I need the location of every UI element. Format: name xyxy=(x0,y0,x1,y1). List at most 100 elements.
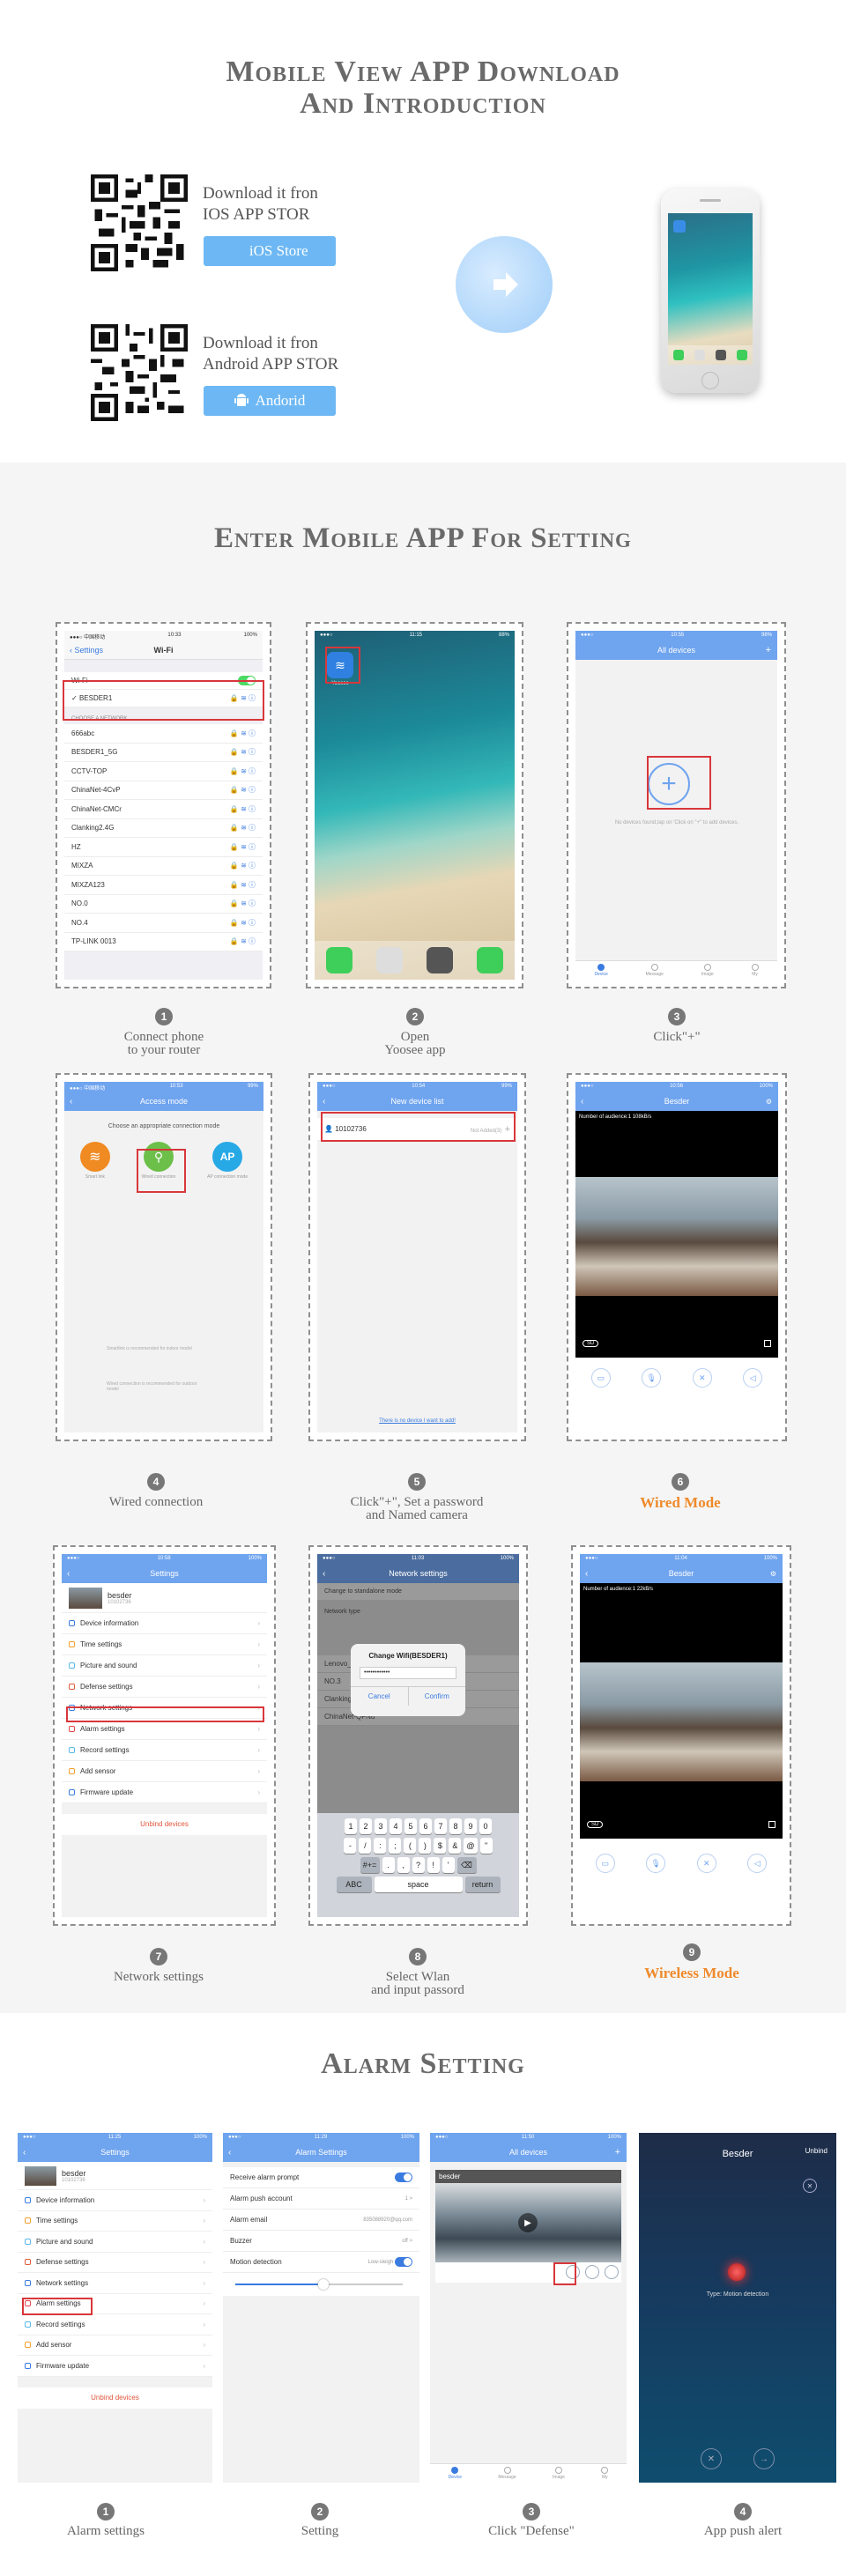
record-icon[interactable]: ▭ xyxy=(590,1368,611,1388)
record-icon[interactable]: ▭ xyxy=(595,1854,615,1873)
keyboard-key[interactable]: 3 xyxy=(375,1818,387,1834)
keyboard-key[interactable]: 8 xyxy=(449,1818,462,1834)
unbind-button[interactable]: Unbind devices xyxy=(62,1814,267,1835)
keyboard-key[interactable]: 6 xyxy=(419,1818,432,1834)
push-account-row[interactable]: Alarm push account 1 > xyxy=(223,2188,419,2210)
keyboard-key[interactable]: ⌫ xyxy=(456,1857,477,1873)
view-button[interactable]: → xyxy=(753,2448,775,2469)
settings-item-network-settings[interactable]: Network settings › xyxy=(18,2273,212,2294)
settings-icon[interactable] xyxy=(605,2265,619,2279)
keyboard-key[interactable]: ? xyxy=(412,1857,425,1873)
tab-image[interactable]: Image xyxy=(701,964,714,977)
keyboard-key[interactable]: ' xyxy=(442,1857,455,1873)
keyboard-key[interactable]: " xyxy=(479,1838,493,1854)
tab-my[interactable]: My xyxy=(601,2467,609,2480)
tab-message[interactable]: Message xyxy=(498,2467,516,2480)
settings-item-defense-settings[interactable]: Defense settings › xyxy=(62,1677,267,1698)
motion-detection-row[interactable]: Motion detection Low-sleigh xyxy=(223,2252,419,2273)
keyboard-key[interactable]: 9 xyxy=(464,1818,477,1834)
back-link[interactable]: ‹ Settings xyxy=(70,646,103,655)
smart-link-option[interactable]: ≋ Smart link xyxy=(79,1142,110,1180)
abc-key[interactable]: ABC xyxy=(336,1876,372,1892)
wifi-network-row[interactable]: BESDER1_5G 🔒 ≋ ⓘ xyxy=(64,743,263,762)
settings-item-device-information[interactable]: Device information › xyxy=(62,1613,267,1634)
wifi-network-row[interactable]: CCTV-TOP 🔒 ≋ ⓘ xyxy=(64,762,263,781)
wifi-network-row[interactable]: 666abc 🔒 ≋ ⓘ xyxy=(64,724,263,744)
microphone-icon[interactable]: 🎙 xyxy=(642,1368,662,1388)
keyboard-key[interactable]: 0 xyxy=(479,1818,492,1834)
settings-item-add-sensor[interactable]: Add sensor › xyxy=(62,1761,267,1782)
speaker-icon[interactable]: ◁ xyxy=(743,1368,763,1388)
cancel-button[interactable]: Cancel xyxy=(351,1687,409,1706)
playback-icon[interactable] xyxy=(585,2265,599,2279)
return-key[interactable]: return xyxy=(464,1876,501,1892)
settings-item-record-settings[interactable]: Record settings › xyxy=(62,1740,267,1761)
keyboard-key[interactable]: & xyxy=(449,1838,462,1854)
settings-item-picture-and-sound[interactable]: Picture and sound › xyxy=(18,2232,212,2253)
wifi-network-row[interactable]: MIXZA123 🔒 ≋ ⓘ xyxy=(64,876,263,895)
keyboard-key[interactable]: ; xyxy=(389,1838,402,1854)
video-feed[interactable]: Number of audience:1 108kB/s SD xyxy=(575,1111,778,1358)
keyboard-key[interactable]: @ xyxy=(464,1838,478,1854)
android-store-button[interactable]: Andorid xyxy=(204,386,336,416)
keyboard-key[interactable]: ( xyxy=(404,1838,417,1854)
keyboard-key[interactable]: . xyxy=(382,1857,395,1873)
dismiss-button[interactable]: ✕ xyxy=(701,2448,722,2469)
mute-icon[interactable]: ✕ xyxy=(803,2179,817,2193)
wifi-network-row[interactable]: ChinaNet-CMCr 🔒 ≋ ⓘ xyxy=(64,800,263,819)
keyboard-key[interactable]: / xyxy=(359,1838,372,1854)
sensitivity-slider[interactable] xyxy=(223,2273,419,2296)
keyboard-key[interactable]: 1 xyxy=(345,1818,357,1834)
unbind-button[interactable]: Unbind devices xyxy=(18,2387,212,2409)
space-key[interactable]: space xyxy=(374,1876,463,1892)
keyboard-key[interactable]: 5 xyxy=(404,1818,417,1834)
video-feed[interactable]: Number of audience:1 22kB/s SD xyxy=(580,1583,783,1839)
tab-device[interactable]: Device xyxy=(449,2467,462,2480)
ap-mode-option[interactable]: AP AP connection mode xyxy=(207,1142,248,1180)
alarm-email-row[interactable]: Alarm email 835088920@qq.com xyxy=(223,2210,419,2231)
settings-item-firmware-update[interactable]: Firmware update › xyxy=(62,1782,267,1803)
tab-message[interactable]: Message xyxy=(646,964,664,977)
wifi-network-row[interactable]: NO.0 🔒 ≋ ⓘ xyxy=(64,894,263,914)
buzzer-row[interactable]: Buzzer off > xyxy=(223,2231,419,2252)
keyboard-key[interactable]: $ xyxy=(434,1838,447,1854)
keyboard-key[interactable]: 2 xyxy=(360,1818,372,1834)
settings-item-firmware-update[interactable]: Firmware update › xyxy=(18,2356,212,2377)
keyboard-key[interactable]: : xyxy=(374,1838,387,1854)
wifi-network-row[interactable]: Clanking2.4G 🔒 ≋ ⓘ xyxy=(64,818,263,838)
add-icon[interactable]: + xyxy=(766,645,771,655)
keyboard-key[interactable]: - xyxy=(344,1838,357,1854)
receive-alarm-row[interactable]: Receive alarm prompt xyxy=(223,2167,419,2188)
keyboard-key[interactable]: ) xyxy=(419,1838,432,1854)
tab-device[interactable]: Device xyxy=(594,964,608,977)
speaker-icon[interactable]: ◁ xyxy=(747,1854,768,1873)
no-device-link[interactable]: There is no device I want to add! xyxy=(317,1418,517,1424)
defense-icon[interactable]: ✕ xyxy=(696,1854,716,1873)
settings-item-picture-and-sound[interactable]: Picture and sound › xyxy=(62,1655,267,1677)
wifi-network-row[interactable]: NO.4 🔒 ≋ ⓘ xyxy=(64,914,263,933)
defense-icon[interactable]: ✕ xyxy=(692,1368,712,1388)
tab-my[interactable]: My xyxy=(751,964,759,977)
wifi-network-row[interactable]: HZ 🔒 ≋ ⓘ xyxy=(64,838,263,857)
wifi-network-row[interactable]: TP-LINK 0013 🔒 ≋ ⓘ xyxy=(64,932,263,951)
wifi-network-row[interactable]: MIXZA 🔒 ≋ ⓘ xyxy=(64,856,263,876)
ios-store-button[interactable]:  iOS Store xyxy=(204,236,336,266)
keyboard-key[interactable]: #+= xyxy=(360,1857,380,1873)
microphone-icon[interactable]: 🎙 xyxy=(646,1854,666,1873)
settings-item-add-sensor[interactable]: Add sensor › xyxy=(18,2335,212,2356)
settings-item-device-information[interactable]: Device information › xyxy=(18,2190,212,2211)
keyboard-key[interactable]: ! xyxy=(427,1857,440,1873)
settings-item-time-settings[interactable]: Time settings › xyxy=(18,2210,212,2232)
keyboard-key[interactable]: , xyxy=(397,1857,410,1873)
wifi-network-row[interactable]: ChinaNet-4CvP 🔒 ≋ ⓘ xyxy=(64,781,263,800)
wifi-password-input[interactable]: •••••••••••• xyxy=(360,1667,456,1679)
settings-item-defense-settings[interactable]: Defense settings › xyxy=(18,2252,212,2273)
keyboard-key[interactable]: 7 xyxy=(434,1818,447,1834)
tab-image[interactable]: Image xyxy=(553,2467,565,2480)
unbind-link[interactable]: Unbind xyxy=(805,2147,827,2155)
confirm-button[interactable]: Confirm xyxy=(409,1687,466,1706)
keyboard-key[interactable]: 4 xyxy=(390,1818,402,1834)
settings-item-time-settings[interactable]: Time settings › xyxy=(62,1634,267,1655)
alarm-toggle[interactable] xyxy=(395,2173,412,2182)
keyboard[interactable]: 1234567890 - /:;() $ & @ " #+=.,?! ' ⌫ ABC spac… xyxy=(317,1813,519,1917)
